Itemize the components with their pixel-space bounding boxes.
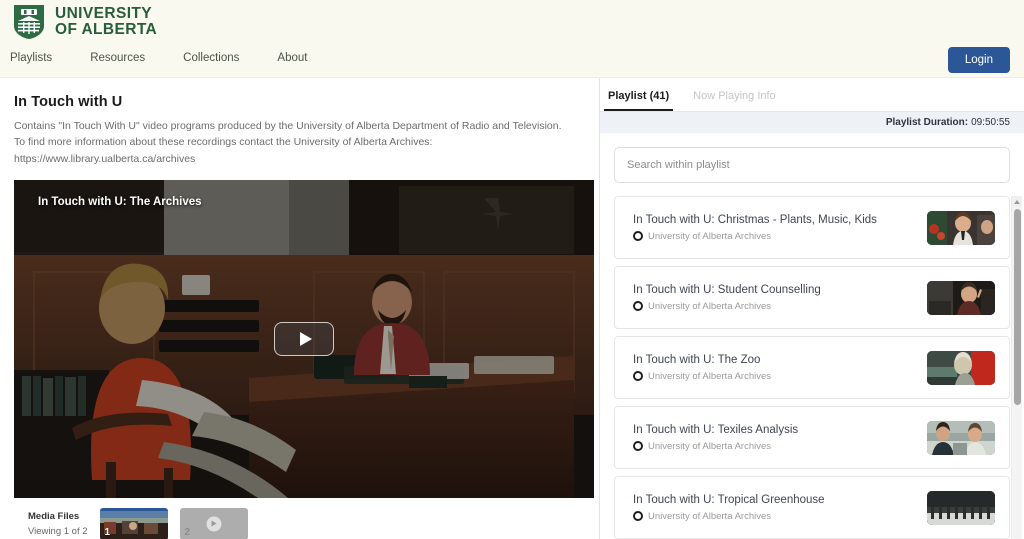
login-button[interactable]: Login	[947, 47, 1010, 73]
tab-playlist[interactable]: Playlist (41)	[604, 90, 674, 111]
media-files-heading: Media Files	[28, 510, 80, 522]
playlist-item-title: In Touch with U: Texiles Analysis	[633, 423, 799, 436]
media-file-thumb-2[interactable]: 2	[179, 507, 248, 539]
right-pane: Playlist (41) Now Playing Info Playlist …	[600, 78, 1024, 539]
playlist-item[interactable]: In Touch with U: Student Counselling Uni…	[614, 266, 1010, 329]
media-files-viewing: Viewing 1 of 2	[28, 525, 88, 537]
playlist-item-thumbnail[interactable]	[927, 350, 995, 385]
media-file-2-play-icon	[206, 516, 222, 532]
playlist-duration-bar: Playlist Duration: 09:50:55	[600, 112, 1024, 133]
playlist-item[interactable]: In Touch with U: Tropical Greenhouse Uni…	[614, 476, 1010, 539]
media-disc-icon	[633, 231, 643, 241]
playlist-item-text: In Touch with U: Student Counselling Uni…	[633, 284, 821, 312]
playlist-search-input[interactable]	[614, 147, 1010, 183]
playlist-item-5-image	[927, 490, 995, 525]
media-disc-icon	[633, 301, 643, 311]
nav-item-resources[interactable]: Resources	[90, 48, 165, 68]
playlist-item-source: University of Alberta Archives	[648, 370, 772, 382]
tab-now-playing-info[interactable]: Now Playing Info	[689, 90, 780, 111]
media-file-2-number: 2	[184, 526, 191, 538]
university-crest-icon	[14, 5, 44, 39]
playlist-scrollbar[interactable]	[1011, 196, 1022, 539]
playlist-item-subtitle: University of Alberta Archives	[633, 371, 771, 382]
playlist-item-title: In Touch with U: Christmas - Plants, Mus…	[633, 213, 877, 226]
playlist-item-source: University of Alberta Archives	[648, 300, 772, 312]
playlist-item-title: In Touch with U: The Zoo	[633, 353, 761, 366]
playlist-items-list: In Touch with U: Christmas - Plants, Mus…	[600, 196, 1024, 539]
playlist-item-subtitle: University of Alberta Archives	[633, 511, 825, 522]
page-title: In Touch with U	[14, 94, 123, 110]
playlist-item[interactable]: In Touch with U: Texiles Analysis Univer…	[614, 406, 1010, 469]
playlist-item-text: In Touch with U: The Zoo University of A…	[633, 354, 771, 382]
playlist-item-title: In Touch with U: Student Counselling	[633, 283, 821, 296]
playlist-item-source: University of Alberta Archives	[648, 510, 772, 522]
brand-line-2: OF ALBERTA	[55, 21, 158, 38]
media-disc-icon	[633, 371, 643, 381]
playlist-item-thumbnail[interactable]	[927, 420, 995, 455]
playlist-item-thumbnail[interactable]	[927, 490, 995, 525]
playlist-item-3-image	[927, 350, 995, 385]
playlist-search-wrapper	[600, 133, 1024, 183]
media-files-labels: Media Files Viewing 1 of 2	[28, 509, 88, 539]
playlist-item-source: University of Alberta Archives	[648, 440, 772, 452]
playlist-duration-value: 09:50:55	[971, 117, 1010, 128]
playlist-item-4-image	[927, 420, 995, 455]
playlist-item[interactable]: In Touch with U: The Zoo University of A…	[614, 336, 1010, 399]
nav-item-playlists[interactable]: Playlists	[10, 48, 72, 68]
page-content: In Touch with U Contains "In Touch With …	[0, 78, 1024, 539]
page-description: Contains "In Touch With U" video program…	[14, 120, 562, 165]
left-pane: In Touch with U Contains "In Touch With …	[0, 78, 600, 539]
playlist-item-text: In Touch with U: Texiles Analysis Univer…	[633, 424, 798, 452]
playlist-duration-label: Playlist Duration:	[885, 117, 969, 128]
scrollbar-thumb[interactable]	[1014, 209, 1021, 405]
media-file-thumb-1[interactable]: 1	[99, 507, 168, 539]
playlist-item-subtitle: University of Alberta Archives	[633, 231, 877, 242]
main-navigation: Playlists Resources Collections About	[10, 48, 345, 68]
video-overlay-title: In Touch with U: The Archives	[38, 195, 202, 208]
playlist-tabs: Playlist (41) Now Playing Info	[600, 78, 1024, 112]
playlist-item-subtitle: University of Alberta Archives	[633, 301, 821, 312]
playlist-item-thumbnail[interactable]	[927, 210, 995, 245]
playlist-item-1-image	[927, 210, 995, 245]
playlist-item[interactable]: In Touch with U: Christmas - Plants, Mus…	[614, 196, 1010, 259]
site-header: UNIVERSITY OF ALBERTA Playlists Resource…	[0, 0, 1024, 78]
playlist-item-text: In Touch with U: Tropical Greenhouse Uni…	[633, 494, 825, 522]
playlist-item-text: In Touch with U: Christmas - Plants, Mus…	[633, 214, 877, 242]
playlist-item-subtitle: University of Alberta Archives	[633, 441, 798, 452]
play-button[interactable]	[274, 321, 334, 356]
playlist-item-2-image	[927, 280, 995, 315]
scrollbar-up-arrow-icon[interactable]	[1012, 196, 1022, 207]
play-triangle-icon	[299, 331, 312, 346]
playlist-item-title: In Touch with U: Tropical Greenhouse	[633, 493, 825, 506]
media-disc-icon	[633, 511, 643, 521]
video-player[interactable]: In Touch with U: The Archives	[14, 179, 594, 498]
brand-logo[interactable]: UNIVERSITY OF ALBERTA	[12, 4, 157, 40]
media-disc-icon	[633, 441, 643, 451]
brand-wordmark: UNIVERSITY OF ALBERTA	[55, 4, 158, 39]
brand-line-1: UNIVERSITY	[55, 4, 153, 22]
playlist-item-thumbnail[interactable]	[927, 280, 995, 315]
playlist-item-source: University of Alberta Archives	[648, 230, 772, 242]
media-file-1-number: 1	[104, 526, 111, 538]
nav-item-collections[interactable]: Collections	[183, 48, 259, 68]
media-files-strip: Media Files Viewing 1 of 2 1 2	[14, 498, 585, 539]
nav-item-about[interactable]: About	[277, 48, 327, 68]
